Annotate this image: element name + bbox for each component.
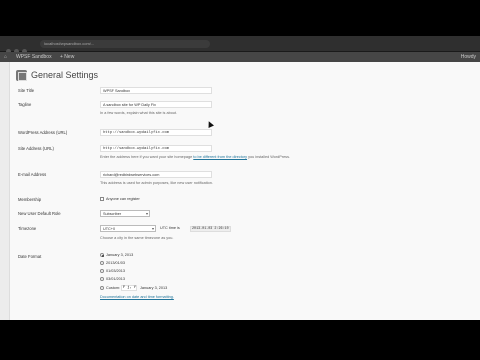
tagline-description: In a few words, explain what this site i…: [100, 111, 178, 115]
address-bar[interactable]: localhost/wpsandbox.com/...: [40, 40, 210, 48]
timezone-select[interactable]: UTC+0 ▾: [100, 225, 156, 232]
site-address-input[interactable]: http://sandbox.wpdailyfix.com: [100, 145, 212, 152]
browser-toolbar: localhost/wpsandbox.com/...: [0, 36, 480, 54]
date-format-radio-custom[interactable]: [100, 286, 104, 290]
admin-bar-howdy[interactable]: Howdy: [461, 52, 476, 62]
wp-address-input[interactable]: http://sandbox.wpdailyfix.com: [100, 129, 212, 136]
tagline-input[interactable]: A sandbox site for WP Daily Fix: [100, 101, 212, 108]
chevron-down-icon: ▾: [145, 211, 148, 216]
site-address-help-link[interactable]: to be different from the directory: [193, 155, 247, 159]
date-format-radio-2[interactable]: [100, 261, 104, 265]
timezone-description: Choose a city in the same timezone as yo…: [100, 236, 174, 240]
email-description: This address is used for admin purposes,…: [100, 181, 213, 185]
date-format-custom-input[interactable]: F j, Y: [121, 285, 137, 291]
admin-bar-site-name[interactable]: WPSF Sandbox: [16, 52, 52, 62]
tagline-label: Tagline: [18, 102, 32, 107]
wp-address-label: WordPress Address (URL): [18, 130, 68, 135]
date-format-option-1[interactable]: January 3, 2013: [106, 253, 133, 257]
settings-content: General Settings Site Title WPSF Sandbox…: [10, 62, 480, 320]
date-format-radio-4[interactable]: [100, 277, 104, 281]
date-format-custom-preview: January 3, 2013: [140, 286, 168, 290]
email-input[interactable]: richard@redbirdwebservices.com: [100, 171, 212, 178]
date-format-option-2[interactable]: 2013/01/03: [106, 261, 125, 265]
date-format-option-4[interactable]: 03/01/2013: [106, 277, 125, 281]
date-format-custom-label[interactable]: Custom:: [106, 286, 120, 290]
date-format-radio-3[interactable]: [100, 269, 104, 273]
utc-time-label: UTC time is: [160, 226, 180, 230]
date-format-doc-link[interactable]: Documentation on date and time formattin…: [100, 295, 174, 299]
timezone-label: Timezone: [18, 226, 37, 231]
email-label: E-mail Address: [18, 172, 47, 177]
date-format-label: Date Format: [18, 254, 42, 259]
chevron-down-icon: ▾: [151, 226, 154, 231]
settings-icon: [16, 70, 27, 81]
site-address-label: Site Address (URL): [18, 146, 54, 151]
date-format-option-3[interactable]: 01/03/2013: [106, 269, 125, 273]
default-role-label: New User Default Role: [18, 211, 61, 216]
site-address-description: Enter the address here if you want your …: [100, 155, 291, 159]
membership-checkbox[interactable]: [100, 197, 104, 201]
site-title-input[interactable]: WPSF Sandbox: [100, 87, 212, 94]
date-format-radio-1[interactable]: [100, 253, 104, 257]
admin-sidebar: [0, 62, 10, 320]
admin-bar-new[interactable]: + New: [60, 52, 74, 62]
window-controls[interactable]: [6, 41, 34, 54]
default-role-select[interactable]: Subscriber ▾: [100, 210, 150, 217]
site-title-label: Site Title: [18, 88, 35, 93]
utc-time-value: 2013-01-03 2:26:10: [190, 226, 231, 232]
membership-label: Membership: [18, 197, 42, 202]
admin-bar: ⌂ WPSF Sandbox + New Howdy: [0, 52, 480, 62]
page-title: General Settings: [31, 70, 99, 80]
membership-checkbox-label[interactable]: Anyone can register: [106, 197, 140, 201]
wordpress-icon[interactable]: ⌂: [4, 52, 12, 62]
